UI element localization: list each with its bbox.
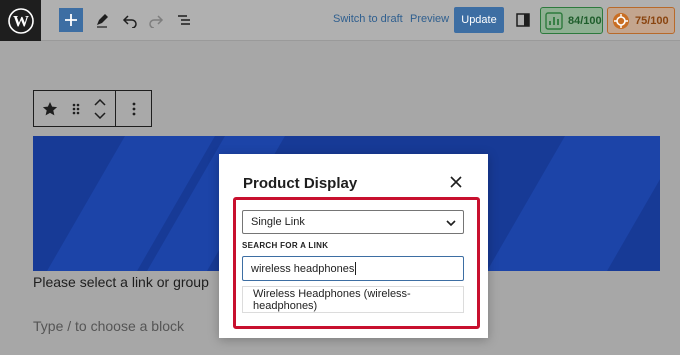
modal-title: Product Display: [243, 175, 358, 192]
drag-handle[interactable]: [66, 91, 86, 126]
drag-handle-icon: [72, 103, 80, 114]
readability-score-icon: [612, 12, 630, 30]
readability-score-button[interactable]: 75/100: [607, 7, 675, 34]
link-type-select[interactable]: Single Link: [242, 210, 464, 234]
star-icon: [42, 101, 58, 115]
link-type-value: Single Link: [251, 216, 305, 228]
settings-panel-button[interactable]: [511, 8, 535, 32]
close-button[interactable]: [448, 174, 464, 190]
undo-button[interactable]: [118, 8, 142, 32]
switch-to-draft-link[interactable]: Switch to draft: [333, 13, 403, 25]
top-toolbar: W Switch to draft Preview Update 84/100 …: [0, 0, 680, 41]
search-result-item[interactable]: Wireless Headphones (wireless-headphones…: [242, 286, 464, 313]
update-button[interactable]: Update: [454, 7, 504, 33]
list-view-icon: [178, 15, 190, 25]
text-caret: [355, 262, 357, 275]
seo-score-icon: [545, 11, 563, 30]
wordpress-logo-icon[interactable]: W: [0, 0, 41, 41]
move-up-icon[interactable]: [94, 98, 106, 106]
move-controls: [86, 91, 114, 126]
undo-icon: [122, 15, 137, 28]
svg-text:W: W: [13, 13, 29, 30]
more-options-button[interactable]: [116, 91, 151, 126]
move-down-icon[interactable]: [94, 111, 106, 119]
search-input-value: wireless headphones: [251, 262, 355, 275]
block-type-button[interactable]: [34, 91, 66, 126]
block-appender-placeholder[interactable]: Type / to choose a block: [33, 318, 184, 334]
pen-icon: [97, 14, 108, 28]
add-block-button[interactable]: [59, 8, 83, 32]
plus-icon: [65, 14, 77, 26]
settings-panel-icon: [516, 13, 530, 27]
search-label: SEARCH FOR A LINK: [242, 241, 329, 250]
list-view-button[interactable]: [172, 8, 196, 32]
redo-button[interactable]: [144, 8, 168, 32]
seo-score-value: 84/100: [568, 14, 602, 27]
block-toolbar: [33, 90, 152, 127]
chevron-down-icon: [446, 220, 456, 227]
readability-score-value: 75/100: [635, 14, 669, 27]
redo-icon: [149, 15, 164, 28]
tools-button[interactable]: [90, 8, 114, 32]
select-link-message: Please select a link or group: [33, 274, 209, 290]
seo-score-button[interactable]: 84/100: [540, 7, 603, 34]
close-icon: [450, 176, 462, 188]
search-input[interactable]: wireless headphones: [242, 256, 464, 281]
preview-link[interactable]: Preview: [410, 13, 449, 25]
more-options-icon: [132, 102, 135, 115]
